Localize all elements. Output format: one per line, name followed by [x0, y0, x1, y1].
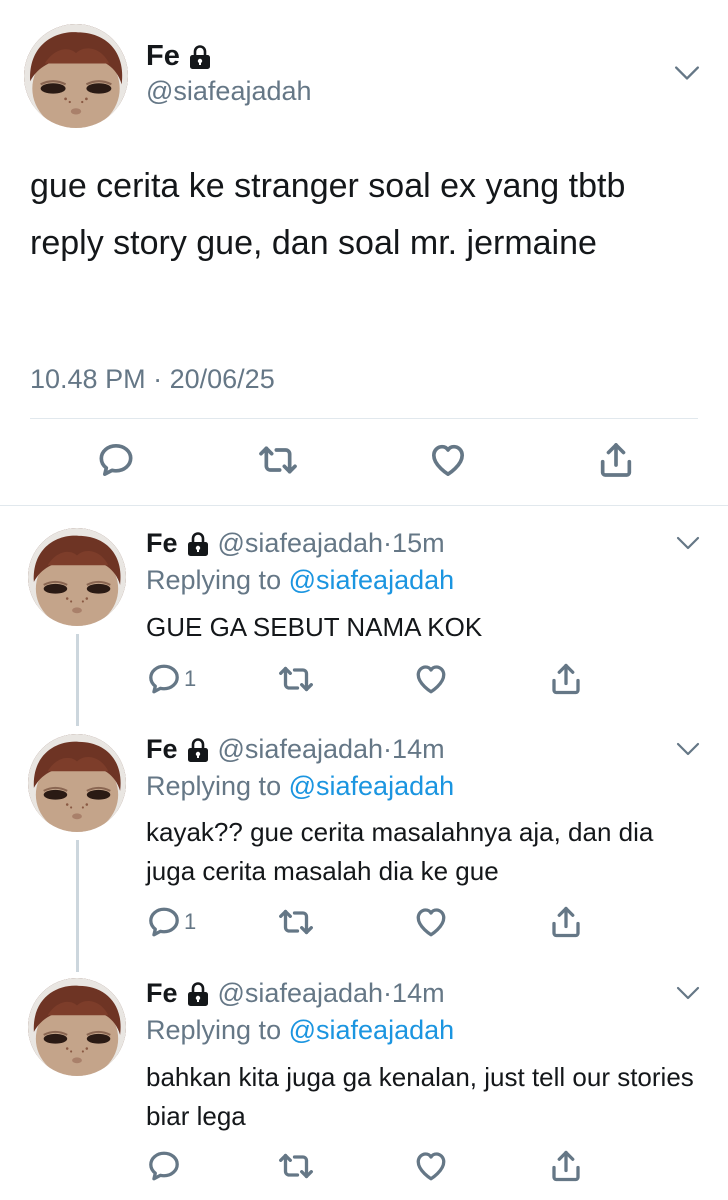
share-icon[interactable] [548, 661, 584, 697]
tweet-time: 10.48 PM [30, 364, 146, 394]
user-handle[interactable]: @siafeajadah [218, 978, 384, 1008]
reply-count: 1 [184, 909, 197, 934]
share-icon[interactable] [596, 440, 636, 480]
replying-to: Replying to @siafeajadah [146, 771, 454, 802]
reply-icon[interactable] [96, 440, 136, 480]
mention-link[interactable]: @siafeajadah [289, 771, 455, 801]
reply-icon[interactable] [146, 904, 182, 940]
avatar[interactable] [28, 978, 126, 1076]
retweet-icon[interactable] [278, 904, 314, 940]
reply-icon[interactable] [146, 661, 182, 697]
retweet-icon[interactable] [258, 440, 298, 480]
divider [0, 505, 728, 506]
divider [30, 418, 698, 419]
tweet-text: bahkan kita juga ga kenalan, just tell o… [146, 1062, 694, 1131]
mention-link[interactable]: @siafeajadah [289, 565, 455, 595]
tweet-time: 15m [392, 528, 445, 558]
display-name[interactable]: Fe [146, 978, 178, 1009]
tweet-text: kayak?? gue cerita masalahnya aja, dan d… [146, 817, 654, 886]
display-name[interactable]: Fe [146, 528, 178, 559]
lock-icon [186, 737, 210, 763]
display-name[interactable]: Fe [146, 734, 178, 765]
chevron-down-icon[interactable] [676, 985, 700, 1001]
tweet-time: 14m [392, 978, 445, 1008]
lock-icon [186, 981, 210, 1007]
thread-line [76, 634, 79, 726]
share-icon[interactable] [548, 1148, 584, 1184]
tweet-date: 20/06/25 [169, 364, 275, 394]
mention-link[interactable]: @siafeajadah [289, 1015, 455, 1045]
retweet-icon[interactable] [278, 1148, 314, 1184]
lock-icon [188, 44, 212, 70]
heart-icon[interactable] [413, 904, 449, 940]
replying-prefix: Replying to [146, 771, 282, 801]
meta-separator: · [153, 364, 163, 394]
heart-icon[interactable] [413, 1148, 449, 1184]
replying-prefix: Replying to [146, 565, 282, 595]
thread-line [76, 840, 79, 972]
retweet-icon[interactable] [278, 661, 314, 697]
tweet-timestamp: 10.48 PM · 20/06/25 [30, 364, 275, 395]
user-handle[interactable]: @siafeajadah [218, 734, 384, 764]
avatar[interactable] [28, 734, 126, 832]
replying-to: Replying to @siafeajadah [146, 1015, 454, 1046]
replying-to: Replying to @siafeajadah [146, 565, 454, 596]
replying-prefix: Replying to [146, 1015, 282, 1045]
lock-icon [186, 531, 210, 557]
tweet-time: 14m [392, 734, 445, 764]
chevron-down-icon[interactable] [676, 741, 700, 757]
avatar[interactable] [28, 528, 126, 626]
share-icon[interactable] [548, 904, 584, 940]
user-handle[interactable]: @siafeajadah [218, 528, 384, 558]
tweet-text: gue cerita ke stranger soal ex yang tbtb… [30, 167, 626, 262]
reply-icon[interactable] [146, 1148, 182, 1184]
heart-icon[interactable] [413, 661, 449, 697]
heart-icon[interactable] [428, 440, 468, 480]
reply-count: 1 [184, 666, 197, 691]
avatar[interactable] [24, 24, 128, 128]
chevron-down-icon[interactable] [676, 535, 700, 551]
chevron-down-icon[interactable] [674, 64, 700, 82]
user-handle[interactable]: @siafeajadah [146, 76, 312, 107]
display-name[interactable]: Fe [146, 40, 180, 73]
tweet-text: GUE GA SEBUT NAMA KOK [146, 612, 483, 642]
